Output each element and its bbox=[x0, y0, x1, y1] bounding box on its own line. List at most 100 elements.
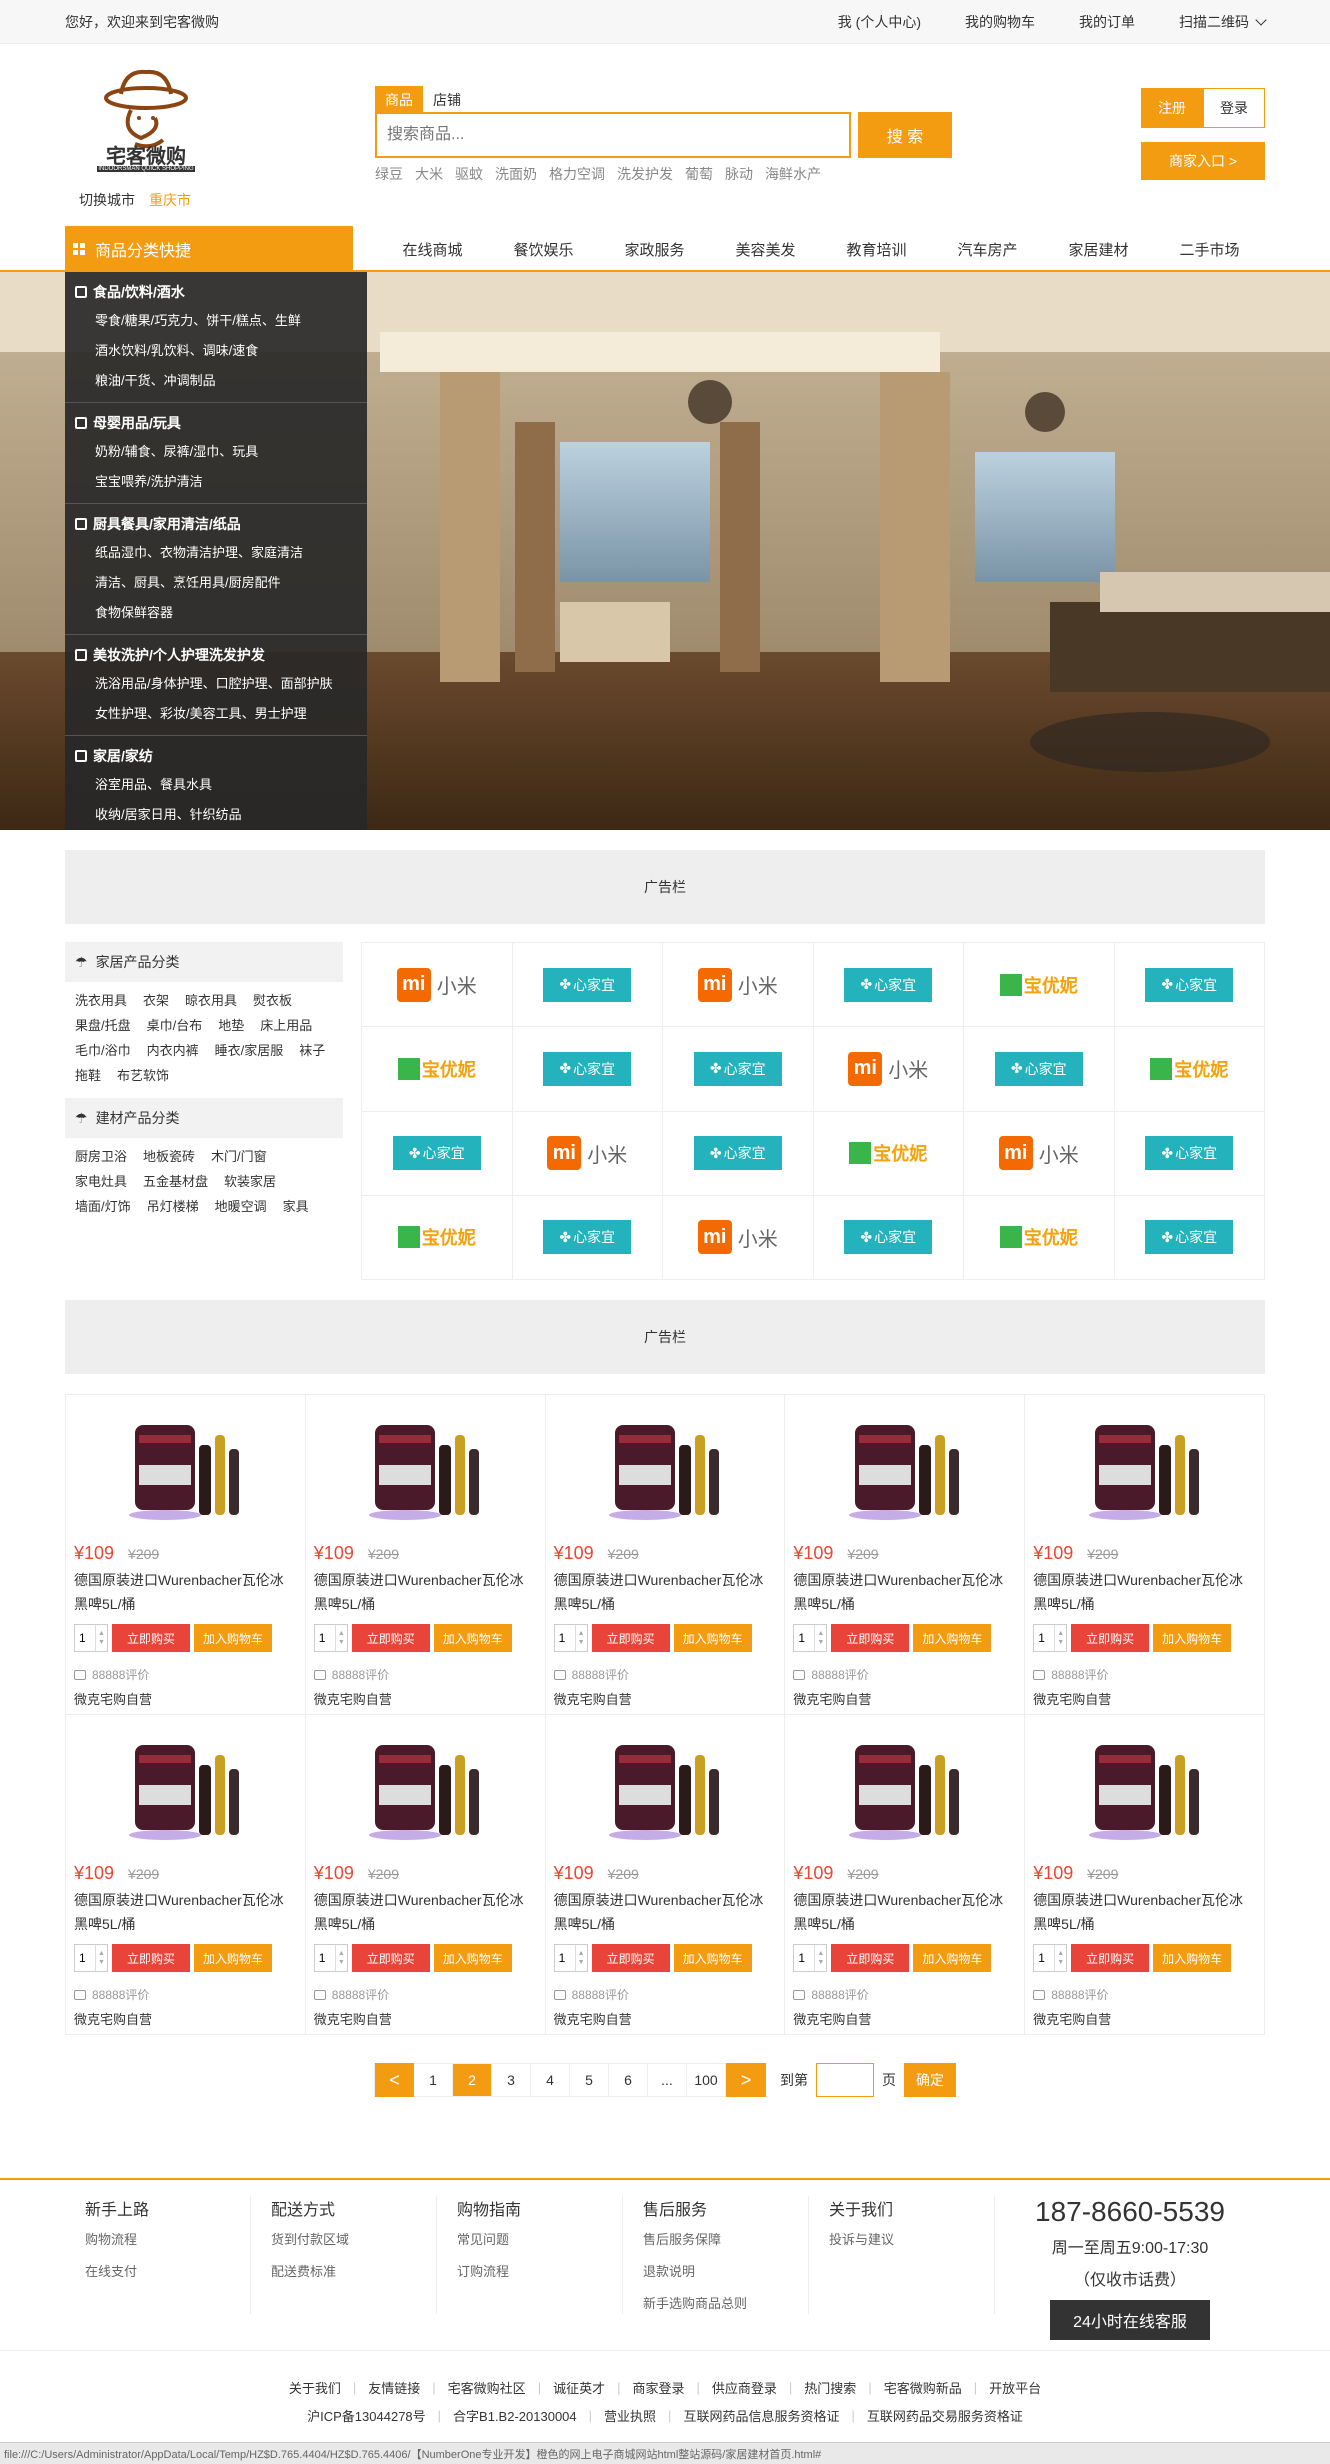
product-name[interactable]: 德国原装进口Wurenbacher瓦伦冰黑啤5L/桶 bbox=[1033, 1568, 1256, 1616]
category-line[interactable]: 零食/糖果/巧克力、饼干/糕点、生鲜 bbox=[75, 306, 367, 336]
category-line[interactable]: 宝宝喂养/洗护清洁 bbox=[75, 467, 367, 497]
side-category-link[interactable]: 地板瓷砖 bbox=[143, 1144, 195, 1169]
product-name[interactable]: 德国原装进口Wurenbacher瓦伦冰黑啤5L/桶 bbox=[74, 1568, 297, 1616]
category-title[interactable]: 家居/家纺 bbox=[75, 742, 367, 770]
brand-cell[interactable]: ✤ 心家宜 bbox=[1114, 943, 1265, 1028]
hot-word[interactable]: 脉动 bbox=[725, 164, 753, 184]
footer-link[interactable]: 常见问题 bbox=[457, 2230, 622, 2262]
product-name[interactable]: 德国原装进口Wurenbacher瓦伦冰黑啤5L/桶 bbox=[554, 1568, 777, 1616]
product-comments[interactable]: 88888评价 bbox=[793, 1986, 1016, 2003]
chevron-up-icon[interactable]: ▲ bbox=[578, 1629, 585, 1638]
product-name[interactable]: 德国原装进口Wurenbacher瓦伦冰黑啤5L/桶 bbox=[793, 1888, 1016, 1936]
brand-cell[interactable]: ✤ 心家宜 bbox=[663, 1027, 814, 1112]
brand-cell[interactable]: 宝优妮 bbox=[1114, 1027, 1265, 1112]
chevron-up-icon[interactable]: ▲ bbox=[98, 1949, 105, 1958]
product-shop[interactable]: 微克宅购自营 bbox=[74, 2009, 297, 2028]
hot-word[interactable]: 洗发护发 bbox=[617, 164, 673, 184]
hot-word[interactable]: 大米 bbox=[415, 164, 443, 184]
brand-cell[interactable]: 宝优妮 bbox=[362, 1195, 513, 1280]
footer-link[interactable]: 货到付款区域 bbox=[271, 2230, 436, 2262]
goto-confirm-button[interactable]: 确定 bbox=[904, 2063, 956, 2097]
chevron-up-icon[interactable]: ▲ bbox=[817, 1629, 824, 1638]
chevron-up-icon[interactable]: ▲ bbox=[1057, 1629, 1064, 1638]
product-shop[interactable]: 微克宅购自营 bbox=[793, 1689, 1016, 1708]
footer-link[interactable]: 订购流程 bbox=[457, 2262, 622, 2294]
category-line[interactable]: 浴室用品、餐具水具 bbox=[75, 770, 367, 800]
category-line[interactable]: 奶粉/辅食、尿裤/湿巾、玩具 bbox=[75, 437, 367, 467]
footer-link[interactable]: 购物流程 bbox=[85, 2230, 250, 2262]
nav-item-second-hand[interactable]: 二手市场 bbox=[1154, 239, 1265, 260]
hero-banner[interactable]: 食品/饮料/酒水 零食/糖果/巧克力、饼干/糕点、生鲜 酒水饮料/乳饮料、调味/… bbox=[0, 272, 1330, 830]
product-card[interactable]: ¥109 ¥209 德国原装进口Wurenbacher瓦伦冰黑啤5L/桶 ▲▼ … bbox=[1025, 1395, 1265, 1715]
prev-page-button[interactable]: < bbox=[374, 2063, 414, 2097]
brand-cell[interactable]: ✤ 心家宜 bbox=[512, 1195, 663, 1280]
add-to-cart-button[interactable]: 加入购物车 bbox=[913, 1624, 992, 1652]
side-category-link[interactable]: 熨衣板 bbox=[253, 988, 292, 1013]
chevron-down-icon[interactable]: ▼ bbox=[578, 1958, 585, 1967]
category-line[interactable]: 酒水饮料/乳饮料、调味/速食 bbox=[75, 336, 367, 366]
side-category-link[interactable]: 内衣内裤 bbox=[147, 1038, 199, 1063]
add-to-cart-button[interactable]: 加入购物车 bbox=[913, 1944, 992, 1972]
page-button[interactable]: 6 bbox=[609, 2063, 648, 2097]
ad-banner[interactable]: 广告栏 bbox=[65, 850, 1265, 924]
brand-cell[interactable]: ✤ 心家宜 bbox=[813, 1195, 964, 1280]
page-button-current[interactable]: 2 bbox=[453, 2063, 492, 2097]
category-title[interactable]: 母婴用品/玩具 bbox=[75, 409, 367, 437]
quantity-arrows[interactable]: ▲ ▼ bbox=[95, 1625, 107, 1651]
side-category-link[interactable]: 家具 bbox=[283, 1194, 309, 1219]
footer-bottom-link[interactable]: 关于我们 bbox=[289, 2378, 341, 2397]
product-shop[interactable]: 微克宅购自营 bbox=[793, 2009, 1016, 2028]
page-button[interactable]: 3 bbox=[492, 2063, 531, 2097]
chevron-up-icon[interactable]: ▲ bbox=[817, 1949, 824, 1958]
product-comments[interactable]: 88888评价 bbox=[553, 1986, 777, 2003]
brand-cell[interactable]: 宝优妮 bbox=[362, 1027, 513, 1112]
footer-bottom-link[interactable]: 商家登录 bbox=[632, 2378, 684, 2397]
footer-link[interactable]: 退款说明 bbox=[643, 2262, 808, 2294]
brand-cell[interactable]: ✤ 心家宜 bbox=[512, 943, 663, 1028]
product-image[interactable] bbox=[1085, 1405, 1205, 1525]
login-button[interactable]: 登录 bbox=[1203, 88, 1265, 128]
brand-cell[interactable]: mi 小米 bbox=[362, 943, 513, 1028]
nav-item-mall[interactable]: 在线商城 bbox=[377, 239, 488, 260]
search-tab-shops[interactable]: 店铺 bbox=[423, 86, 471, 114]
category-line[interactable]: 洗浴用品/身体护理、口腔护理、面部护肤 bbox=[75, 669, 367, 699]
chevron-down-icon[interactable]: ▼ bbox=[338, 1958, 345, 1967]
quantity-input[interactable] bbox=[794, 1951, 815, 1965]
footer-bottom-link[interactable]: 营业执照 bbox=[604, 2406, 656, 2425]
search-input[interactable] bbox=[377, 114, 849, 156]
category-line[interactable]: 清洁、厨具、烹饪用具/厨房配件 bbox=[75, 568, 367, 598]
quantity-arrows[interactable]: ▲ ▼ bbox=[814, 1625, 826, 1651]
category-title[interactable]: 厨具餐具/家用清洁/纸品 bbox=[75, 510, 367, 538]
chevron-down-icon[interactable]: ▼ bbox=[338, 1638, 345, 1647]
merchant-entry-button[interactable]: 商家入口 > bbox=[1141, 142, 1265, 180]
product-card[interactable]: ¥109 ¥209 德国原装进口Wurenbacher瓦伦冰黑啤5L/桶 ▲▼ … bbox=[785, 1395, 1026, 1715]
product-card[interactable]: ¥109 ¥209 德国原装进口Wurenbacher瓦伦冰黑啤5L/桶 ▲▼ … bbox=[305, 1715, 546, 2035]
add-to-cart-button[interactable]: 加入购物车 bbox=[1153, 1624, 1232, 1652]
product-comments[interactable]: 88888评价 bbox=[553, 1666, 777, 1683]
side-category-link[interactable]: 布艺软饰 bbox=[117, 1063, 169, 1088]
switch-city-link[interactable]: 切换城市 bbox=[79, 190, 135, 210]
category-line[interactable]: 女性护理、彩妆/美容工具、男士护理 bbox=[75, 699, 367, 729]
quantity-input[interactable] bbox=[314, 1951, 335, 1965]
product-image[interactable] bbox=[365, 1405, 485, 1525]
add-to-cart-button[interactable]: 加入购物车 bbox=[194, 1944, 272, 1972]
product-card[interactable]: ¥109 ¥209 德国原装进口Wurenbacher瓦伦冰黑啤5L/桶 ▲▼ … bbox=[1025, 1715, 1265, 2035]
brand-cell[interactable]: ✤ 心家宜 bbox=[813, 943, 964, 1028]
brand-cell[interactable]: mi 小米 bbox=[964, 1111, 1115, 1196]
product-card[interactable]: ¥109 ¥209 德国原装进口Wurenbacher瓦伦冰黑啤5L/桶 ▲▼ … bbox=[545, 1395, 786, 1715]
register-button[interactable]: 注册 bbox=[1141, 88, 1203, 128]
product-card[interactable]: ¥109 ¥209 德国原装进口Wurenbacher瓦伦冰黑啤5L/桶 ▲▼ … bbox=[66, 1715, 306, 2035]
brand-cell[interactable]: ✤ 心家宜 bbox=[1114, 1111, 1265, 1196]
side-category-link[interactable]: 厨房卫浴 bbox=[75, 1144, 127, 1169]
nav-item-beauty[interactable]: 美容美发 bbox=[710, 239, 821, 260]
side-category-link[interactable]: 木门/门窗 bbox=[211, 1144, 267, 1169]
footer-bottom-link[interactable]: 友情链接 bbox=[368, 2378, 420, 2397]
chevron-down-icon[interactable]: ▼ bbox=[578, 1638, 585, 1647]
footer-bottom-link[interactable]: 互联网药品信息服务资格证 bbox=[683, 2406, 839, 2425]
product-comments[interactable]: 88888评价 bbox=[74, 1666, 297, 1683]
quantity-input[interactable] bbox=[794, 1631, 815, 1645]
chevron-down-icon[interactable]: ▼ bbox=[817, 1958, 824, 1967]
brand-cell[interactable]: 宝优妮 bbox=[964, 1195, 1115, 1280]
product-shop[interactable]: 微克宅购自营 bbox=[554, 2009, 777, 2028]
footer-link[interactable]: 配送费标准 bbox=[271, 2262, 436, 2294]
